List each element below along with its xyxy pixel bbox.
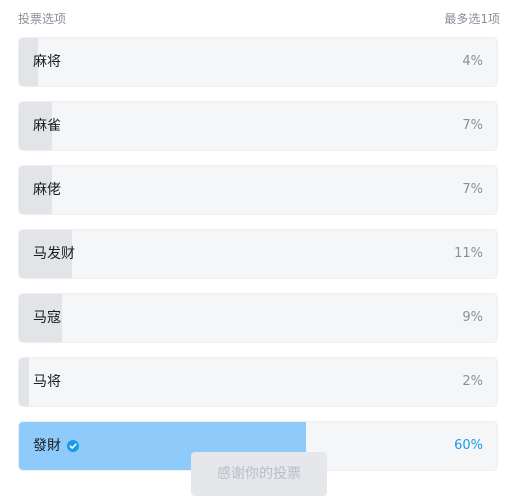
poll-option[interactable]: 马寇 9% <box>18 293 498 343</box>
poll-option[interactable]: 马将 2% <box>18 357 498 407</box>
option-label: 麻将 <box>33 54 61 70</box>
option-progress-fill <box>19 358 29 406</box>
check-circle-icon <box>67 440 79 452</box>
option-percent: 60% <box>454 438 483 453</box>
option-label: 麻佬 <box>33 182 61 198</box>
poll-option[interactable]: 麻佬 7% <box>18 165 498 215</box>
option-label: 马将 <box>33 374 61 390</box>
poll-header: 投票选项 最多选1项 <box>18 10 500 28</box>
option-label: 马发财 <box>33 246 75 262</box>
option-label: 麻雀 <box>33 118 61 134</box>
option-percent: 11% <box>454 246 483 261</box>
option-percent: 4% <box>462 54 483 69</box>
poll-limit-hint: 最多选1项 <box>444 12 500 26</box>
option-percent: 9% <box>462 310 483 325</box>
poll-option[interactable]: 麻雀 7% <box>18 101 498 151</box>
option-label: 發財 <box>33 438 61 454</box>
option-percent: 7% <box>462 118 483 133</box>
option-label: 马寇 <box>33 310 61 326</box>
poll-option[interactable]: 马发财 11% <box>18 229 498 279</box>
option-label-wrap: 發財 <box>33 422 79 470</box>
option-percent: 2% <box>462 374 483 389</box>
poll-card: 投票选项 最多选1项 麻将 4% 麻雀 7% 麻佬 7% 马发财 11% 马寇 … <box>0 0 532 497</box>
poll-option[interactable]: 麻将 4% <box>18 37 498 87</box>
vote-button[interactable]: 感谢你的投票 <box>191 452 327 496</box>
option-percent: 7% <box>462 182 483 197</box>
poll-title: 投票选项 <box>18 12 67 26</box>
